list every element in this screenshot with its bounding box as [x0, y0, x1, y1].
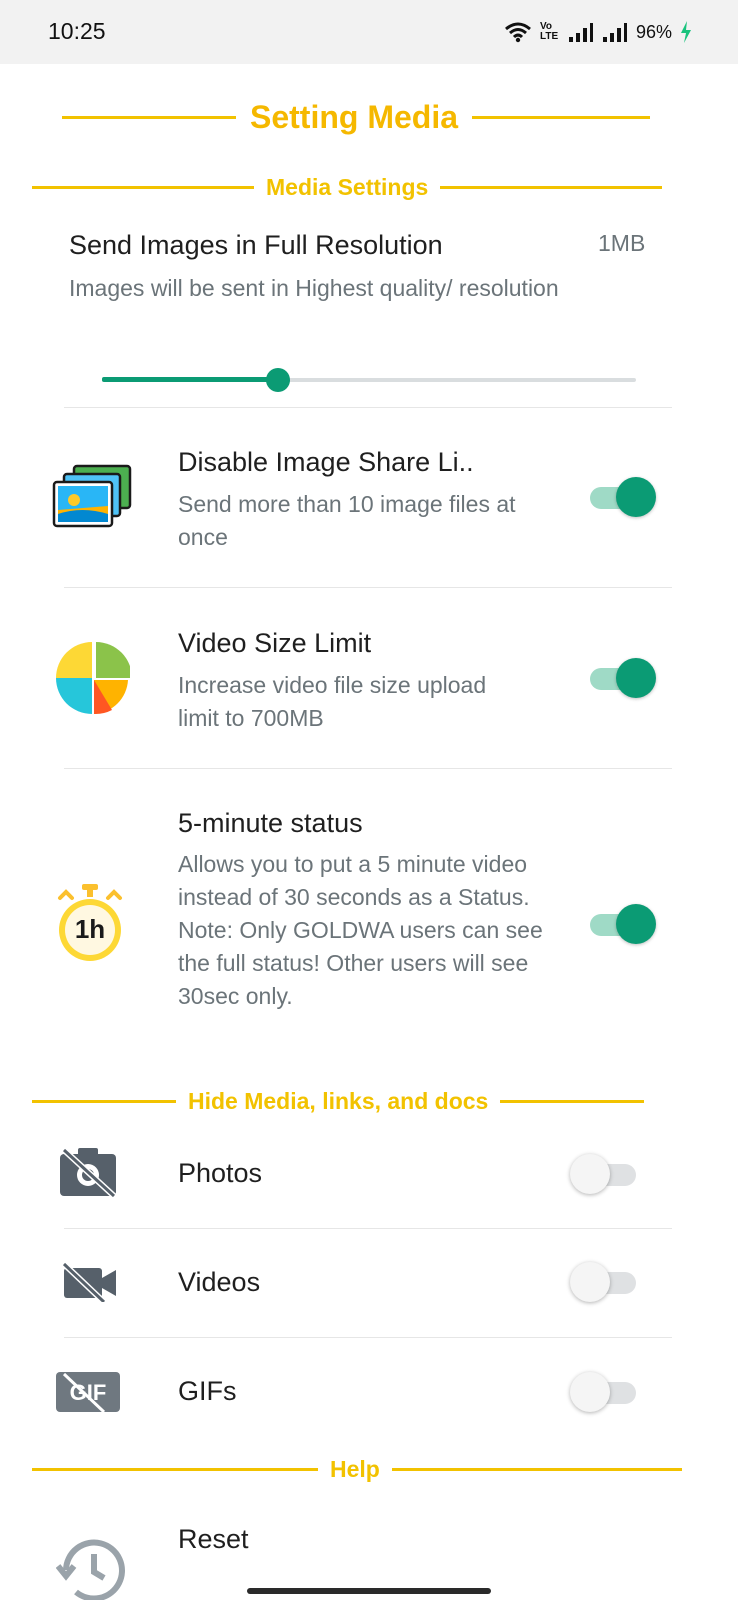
toggle-knob [570, 1154, 610, 1194]
toggle-knob [616, 904, 656, 944]
section-help: Help [0, 1454, 738, 1484]
section-line-right [391, 1467, 682, 1471]
history-icon [56, 1539, 125, 1600]
signal-icon-2 [602, 23, 627, 42]
gif-off-icon: GIF [56, 1372, 120, 1412]
status-5min-toggle[interactable] [586, 902, 656, 946]
home-indicator[interactable] [247, 1588, 491, 1594]
page-title: Setting Media [250, 98, 459, 135]
toggle-knob [570, 1262, 610, 1302]
slider-thumb[interactable] [266, 368, 291, 392]
status-bar: 10:25 Vo LTE 96% [0, 0, 738, 64]
hide-videos-label: Videos [178, 1267, 261, 1297]
full-resolution-subtitle: Images will be sent in Highest quality/ … [69, 275, 559, 301]
video-size-title: Video Size Limit [178, 628, 372, 658]
slider-fill [102, 377, 279, 382]
full-resolution-title: Send Images in Full Resolution [69, 230, 443, 260]
section-media-settings: Media Settings [0, 172, 738, 202]
section-line-left [32, 185, 254, 189]
title-line-right [472, 115, 651, 119]
battery-percent: 96% [635, 21, 672, 42]
divider [64, 1337, 672, 1338]
section-line-right [500, 1099, 645, 1103]
divider [64, 587, 672, 588]
title-line-left [62, 115, 236, 119]
status-5min-title: 5-minute status [178, 808, 363, 838]
status-icons: Vo LTE 96% [504, 18, 692, 46]
full-resolution-value: 1MB [598, 230, 646, 256]
reset-title: Reset [178, 1524, 249, 1554]
hide-gifs-toggle[interactable] [570, 1370, 640, 1414]
section-line-left [32, 1467, 318, 1471]
hide-photos-toggle[interactable] [570, 1152, 640, 1196]
volte-icon: Vo LTE [539, 21, 559, 42]
image-share-subtitle: Send more than 10 image files at once [178, 491, 516, 550]
video-size-toggle[interactable] [586, 656, 656, 700]
section-line-left [32, 1099, 176, 1103]
images-stack-icon [52, 464, 132, 528]
image-share-title: Disable Image Share Li.. [178, 447, 474, 477]
status-time: 10:25 [48, 18, 106, 44]
wifi-icon [505, 22, 531, 43]
section-line-right [440, 185, 663, 189]
section-title: Media Settings [266, 173, 429, 200]
toggle-knob [616, 658, 656, 698]
signal-icon-1 [568, 23, 593, 42]
charging-icon [681, 21, 691, 43]
pie-chart-icon [56, 642, 130, 715]
section-hide-media: Hide Media, links, and docs [0, 1086, 738, 1116]
divider [64, 768, 672, 769]
page-title-header: Setting Media [0, 94, 738, 140]
section-title: Help [330, 1455, 380, 1482]
section-title: Hide Media, links, and docs [188, 1087, 489, 1114]
hide-photos-label: Photos [178, 1158, 263, 1188]
camera-off-icon [60, 1148, 117, 1198]
toggle-knob [570, 1372, 610, 1412]
image-share-toggle[interactable] [586, 475, 656, 519]
stopwatch-icon: 1h [52, 884, 128, 964]
divider [64, 1228, 672, 1229]
hide-gifs-label: GIFs [178, 1376, 237, 1406]
divider [64, 407, 672, 408]
stopwatch-label: 1h [74, 914, 106, 944]
video-off-icon [61, 1262, 116, 1302]
status-5min-subtitle: Allows you to put a 5 minute video inste… [178, 851, 543, 1009]
video-size-subtitle: Increase video file size upload limit to… [178, 672, 487, 731]
resolution-slider[interactable] [102, 368, 636, 392]
toggle-knob [616, 477, 656, 517]
hide-videos-toggle[interactable] [570, 1260, 640, 1304]
